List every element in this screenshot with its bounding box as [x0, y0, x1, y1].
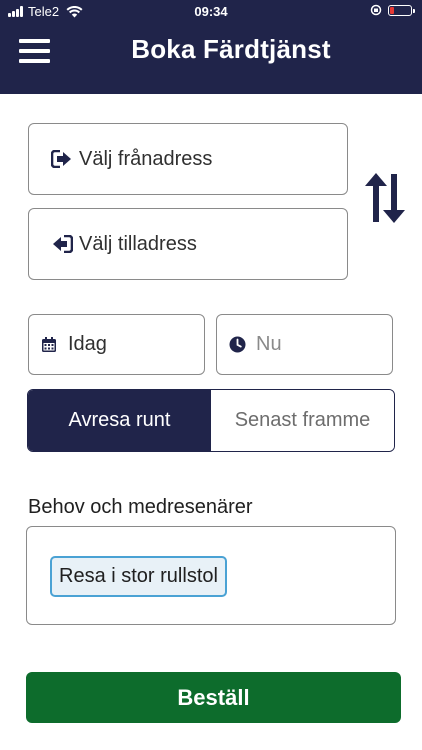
- time-value: Nu: [256, 333, 282, 355]
- needs-section-label: Behov och medresenärer: [28, 496, 253, 518]
- needs-box[interactable]: Resa i stor rullstol: [26, 526, 396, 625]
- from-address-field[interactable]: Välj frånadress: [28, 123, 348, 195]
- clock-icon: [229, 336, 247, 354]
- app-header: Tele2 09:34 Boka Färdtjänst: [0, 0, 422, 94]
- swap-addresses-button[interactable]: [362, 170, 408, 226]
- sign-out-arrow-icon: [51, 232, 75, 256]
- battery-icon: [388, 4, 415, 16]
- status-right: [370, 4, 415, 16]
- sign-in-arrow-icon: [51, 147, 75, 171]
- orientation-lock-icon: [370, 4, 382, 16]
- status-bar: Tele2 09:34: [0, 0, 422, 22]
- need-chip-large-wheelchair[interactable]: Resa i stor rullstol: [50, 556, 227, 597]
- depart-around-option[interactable]: Avresa runt: [28, 390, 211, 451]
- battery-fill: [390, 6, 394, 14]
- status-time: 09:34: [194, 4, 228, 19]
- order-button[interactable]: Beställ: [26, 672, 401, 723]
- time-picker[interactable]: Nu: [216, 314, 393, 375]
- to-address-field[interactable]: Välj tilladress: [28, 208, 348, 280]
- date-picker[interactable]: Idag: [28, 314, 205, 375]
- date-value: Idag: [68, 333, 107, 355]
- hamburger-menu-icon[interactable]: [18, 36, 52, 66]
- page-title: Boka Färdtjänst: [131, 34, 331, 64]
- from-address-placeholder: Välj frånadress: [79, 147, 213, 170]
- calendar-icon: [41, 336, 59, 354]
- arrive-latest-option[interactable]: Senast framme: [211, 390, 394, 451]
- swap-vertical-arrows-icon: [365, 173, 405, 223]
- to-address-placeholder: Välj tilladress: [79, 232, 197, 255]
- trip-mode-segmented-control: Avresa runt Senast framme: [27, 389, 395, 452]
